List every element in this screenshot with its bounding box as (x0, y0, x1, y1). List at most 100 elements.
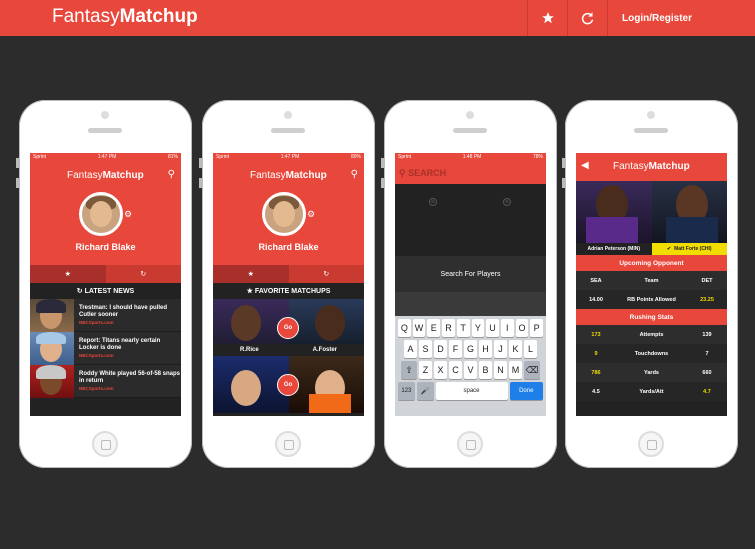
delete-key[interactable]: ⌫ (524, 361, 540, 379)
user-name: Richard Blake (75, 242, 136, 252)
home-button[interactable] (92, 431, 118, 457)
check-icon: ✔ (666, 246, 672, 252)
key-d[interactable]: D (434, 340, 447, 358)
home-button[interactable] (457, 431, 483, 457)
table-row: 173 Attempts 139 (576, 325, 727, 344)
matchup-names: R.Rice A.Foster (213, 344, 364, 356)
login-register-link[interactable]: Login/Register (607, 0, 755, 36)
key-y[interactable]: Y (471, 319, 485, 337)
app-title: FantasyMatchup (67, 170, 144, 181)
results-area: ⊕ ⊕ (395, 184, 546, 256)
key-k[interactable]: K (509, 340, 522, 358)
phone-mockup-matchup-detail: ◀ FantasyMatchup Adrian Peterson (MIN) ✔… (562, 100, 738, 468)
player-slot-icon[interactable]: ⊕ (429, 198, 437, 206)
key-g[interactable]: G (464, 340, 477, 358)
upcoming-opponent-title: Upcoming Opponent (576, 255, 727, 271)
key-r[interactable]: R (442, 319, 455, 337)
phone-screen: ◀ FantasyMatchup Adrian Peterson (MIN) ✔… (576, 153, 727, 416)
key-p[interactable]: P (530, 319, 544, 337)
star-icon: ★ (247, 271, 254, 278)
numbers-key[interactable]: 123 (398, 382, 415, 400)
refresh-button[interactable] (567, 0, 607, 36)
app-header: FantasyMatchup ⚲ ⚙ Richard Blake (213, 162, 364, 265)
player-slot-icon[interactable]: ⊕ (503, 198, 511, 206)
tab-news[interactable]: ↻ (105, 265, 181, 283)
list-item[interactable]: Trestman: I should have pulled Cutler so… (30, 298, 181, 332)
search-for-players: Search For Players (395, 256, 546, 292)
favorites-button[interactable] (527, 0, 567, 36)
search-icon[interactable]: ⚲ (168, 169, 175, 180)
refresh-icon (581, 11, 594, 24)
phone-mockup-search: Sprint 1:48 PM 78% ⚲ SEARCH ⊕ ⊕ Search For… (381, 100, 557, 468)
app-header: FantasyMatchup ⚲ ⚙ Richard Blake (30, 162, 181, 265)
key-z[interactable]: Z (419, 361, 432, 379)
app-title: FantasyMatchup (250, 170, 327, 181)
key-l[interactable]: L (524, 340, 537, 358)
done-key[interactable]: Done (509, 382, 544, 400)
table-row: 14.00 RB Points Allowed 23.25 (576, 290, 727, 309)
key-f[interactable]: F (449, 340, 462, 358)
status-bar: Sprint 1:48 PM 78% (395, 153, 546, 162)
table-row: 4.5 Yards/Att 4.7 (576, 382, 727, 401)
shift-key[interactable]: ⇧ (401, 361, 417, 379)
key-n[interactable]: N (494, 361, 507, 379)
status-bar: Sprint 1:47 PM 80% (213, 153, 364, 162)
key-v[interactable]: V (464, 361, 477, 379)
table-row: SEA Team DET (576, 271, 727, 290)
search-input[interactable]: ⚲ SEARCH (395, 162, 546, 184)
tab-favorites[interactable]: ★ (213, 265, 289, 283)
brand-bold: Matchup (119, 6, 198, 27)
rushing-stats-title: Rushing Stats (576, 309, 727, 325)
key-e[interactable]: E (427, 319, 441, 337)
tab-bar: ★ ↻ (30, 265, 181, 283)
table-row: 9 Touchdowns 7 (576, 344, 727, 363)
home-button[interactable] (275, 431, 301, 457)
section-title: ★ FAVORITE MATCHUPS (213, 283, 364, 299)
player-card[interactable]: ✔ Matt Forte (CHI) (651, 181, 727, 255)
brand-logo[interactable]: FantasyMatchup (52, 6, 198, 28)
player-card[interactable]: Adrian Peterson (MIN) (576, 181, 652, 255)
phone-mockup-news: Sprint 1:47 PM 81% FantasyMatchup ⚲ ⚙ Rich… (16, 100, 192, 468)
key-c[interactable]: C (449, 361, 462, 379)
key-w[interactable]: W (412, 319, 426, 337)
tab-favorites[interactable]: ★ (30, 265, 106, 283)
star-icon: ★ (64, 271, 71, 278)
list-item[interactable]: Report: Titans nearly certain Locker is … (30, 331, 181, 365)
matchup-row[interactable]: Go R.Rice A.Foster (213, 299, 364, 356)
key-h[interactable]: H (479, 340, 492, 358)
tab-bar: ★ ↻ (213, 265, 364, 283)
brand-light: Fantasy (52, 6, 120, 27)
key-j[interactable]: J (494, 340, 507, 358)
avatar[interactable] (262, 192, 306, 236)
mic-icon[interactable]: 🎤 (416, 382, 434, 400)
app-header: ◀ FantasyMatchup (576, 153, 727, 181)
key-u[interactable]: U (486, 319, 499, 337)
matchup-row[interactable]: Go (213, 356, 364, 413)
player-comparison: Adrian Peterson (MIN) ✔ Matt Forte (CHI) (576, 181, 727, 255)
phone-screen: Sprint 1:48 PM 78% ⚲ SEARCH ⊕ ⊕ Search For… (395, 153, 546, 416)
refresh-icon: ↻ (140, 271, 147, 278)
key-m[interactable]: M (509, 361, 522, 379)
key-o[interactable]: O (515, 319, 529, 337)
home-button[interactable] (638, 431, 664, 457)
key-i[interactable]: I (500, 319, 514, 337)
search-icon[interactable]: ⚲ (351, 169, 358, 180)
go-button[interactable]: Go (277, 317, 299, 339)
list-item[interactable]: Roddy White played 56-of-58 snaps in ret… (30, 364, 181, 398)
avatar[interactable] (79, 192, 123, 236)
key-a[interactable]: A (404, 340, 417, 358)
back-arrow-icon[interactable]: ◀ (581, 160, 589, 171)
gear-icon[interactable]: ⚙ (307, 209, 315, 220)
key-s[interactable]: S (419, 340, 432, 358)
gear-icon[interactable]: ⚙ (124, 209, 132, 220)
key-t[interactable]: T (456, 319, 470, 337)
space-key[interactable]: space (435, 382, 508, 400)
key-q[interactable]: Q (397, 319, 411, 337)
phone-screen: Sprint 1:47 PM 81% FantasyMatchup ⚲ ⚙ Rich… (30, 153, 181, 416)
go-button[interactable]: Go (277, 374, 299, 396)
table-row: 786 Yards 660 (576, 363, 727, 382)
key-x[interactable]: X (434, 361, 447, 379)
key-b[interactable]: B (479, 361, 492, 379)
tab-news[interactable]: ↻ (288, 265, 364, 283)
status-bar: Sprint 1:47 PM 81% (30, 153, 181, 162)
